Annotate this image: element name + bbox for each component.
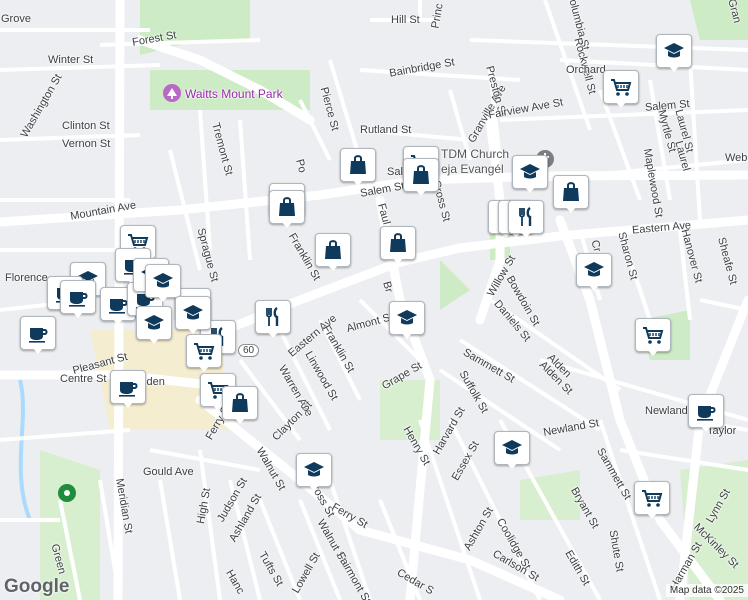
- map-pin-shopping-bag[interactable]: [340, 148, 376, 186]
- school-icon: [144, 315, 164, 330]
- map-pin-school[interactable]: [389, 301, 425, 339]
- map-pin-grocery-cart[interactable]: [635, 318, 671, 356]
- church-name-line2[interactable]: eja Evangél: [441, 162, 504, 176]
- park-name[interactable]: Waitts Mount Park: [185, 87, 283, 101]
- map-pin-school[interactable]: [175, 296, 211, 334]
- map-pin-school[interactable]: [136, 306, 172, 344]
- shopping-bag-icon: [390, 233, 406, 252]
- grocery-cart-icon: [194, 343, 215, 360]
- map-pin-coffee[interactable]: [688, 394, 724, 432]
- school-icon: [304, 462, 324, 477]
- map-pin-shopping-bag[interactable]: [553, 175, 589, 213]
- street-label: Centre St: [60, 373, 107, 385]
- coffee-icon: [69, 292, 88, 307]
- restaurant-icon: [519, 207, 532, 226]
- map-pin-grocery-cart[interactable]: [634, 481, 670, 519]
- coffee-icon: [697, 406, 716, 421]
- street-label: Clinton St: [62, 120, 110, 132]
- map-pin-shopping-bag[interactable]: [269, 190, 305, 228]
- place-marker-icon[interactable]: [58, 484, 76, 502]
- street-label: Gould Ave: [143, 466, 194, 478]
- shopping-bag-icon: [279, 197, 295, 216]
- coffee-icon: [29, 328, 48, 343]
- grocery-cart-icon: [643, 327, 664, 344]
- map-pin-school[interactable]: [512, 155, 548, 193]
- google-logo: Google: [4, 576, 70, 597]
- school-icon: [502, 440, 522, 455]
- map-pin-shopping-bag[interactable]: [222, 386, 258, 424]
- street-label: Grove: [1, 13, 31, 25]
- map-pin-coffee[interactable]: [20, 316, 56, 354]
- map-pin-restaurant[interactable]: [508, 200, 544, 238]
- map-pin-school[interactable]: [656, 34, 692, 72]
- map-pin-restaurant[interactable]: [255, 300, 291, 338]
- map-pin-coffee[interactable]: [110, 370, 146, 408]
- map-attribution[interactable]: Map data ©2025: [665, 584, 748, 597]
- church-name-line1[interactable]: TDM Church: [441, 147, 509, 161]
- school-icon: [520, 164, 540, 179]
- street-label: Hill St: [391, 14, 420, 26]
- school-icon: [584, 262, 604, 277]
- street-label: Rutland St: [360, 124, 412, 136]
- map-pin-school[interactable]: [576, 253, 612, 291]
- street-label: Florence: [5, 272, 48, 284]
- map-pin-coffee[interactable]: [60, 280, 96, 318]
- shopping-bag-icon: [325, 240, 341, 259]
- coffee-icon: [119, 382, 138, 397]
- shopping-bag-icon: [350, 155, 366, 174]
- shopping-bag-icon: [232, 393, 248, 412]
- park-area: [440, 260, 470, 310]
- shopping-bag-icon: [413, 165, 429, 184]
- map-pin-shopping-bag[interactable]: [315, 233, 351, 271]
- map-pin-grocery-cart[interactable]: [186, 334, 222, 372]
- school-icon: [664, 43, 684, 58]
- grocery-cart-icon: [611, 79, 632, 96]
- map-pin-grocery-cart[interactable]: [603, 70, 639, 108]
- street-label: Vernon St: [62, 138, 111, 150]
- shopping-bag-icon: [563, 182, 579, 201]
- map-canvas[interactable]: 60 Hill St Princ Forest St Winter St Grove Wa…: [0, 0, 748, 600]
- school-icon: [183, 305, 203, 320]
- route-shield: 60: [238, 344, 260, 357]
- school-icon: [153, 273, 173, 288]
- street-label: Orchard: [566, 64, 606, 76]
- grocery-cart-icon: [642, 490, 663, 507]
- street-label: Cr: [588, 238, 604, 254]
- map-pin-shopping-bag[interactable]: [403, 158, 439, 196]
- stream: [18, 379, 32, 521]
- school-icon: [397, 310, 417, 325]
- restaurant-icon: [266, 307, 279, 326]
- map-pin-school[interactable]: [494, 431, 530, 469]
- street-label: Winter St: [48, 54, 94, 66]
- map-pin-school[interactable]: [145, 264, 181, 302]
- map-pin-shopping-bag[interactable]: [380, 226, 416, 264]
- street-label: Webst: [725, 152, 748, 164]
- map-pin-school[interactable]: [296, 453, 332, 491]
- park-poi-icon[interactable]: [163, 84, 181, 102]
